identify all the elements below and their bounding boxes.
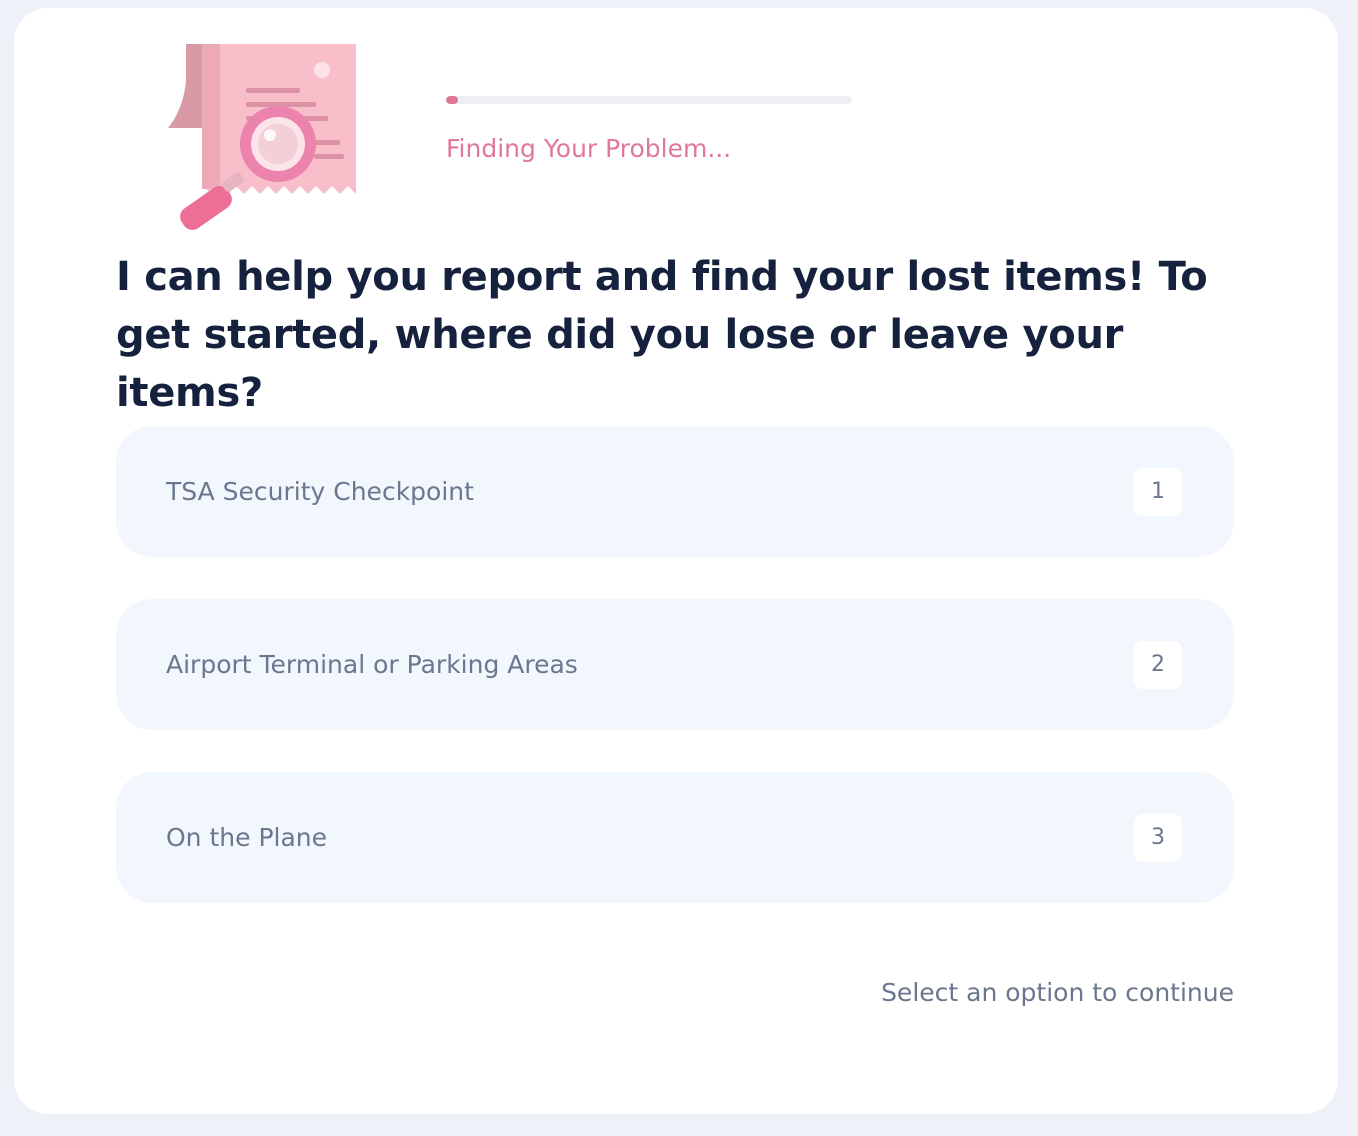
option-tsa-security-checkpoint[interactable]: TSA Security Checkpoint 1 [116,426,1234,557]
receipt-magnifier-icon [164,36,374,241]
option-key-badge: 2 [1134,641,1182,689]
progress-status: Finding Your Problem... [446,134,732,163]
question-card: Finding Your Problem... I can help you r… [14,8,1338,1114]
option-label: On the Plane [166,823,328,852]
option-label: Airport Terminal or Parking Areas [166,650,578,679]
question-heading: I can help you report and find your lost… [116,254,1208,416]
option-key-badge: 1 [1134,468,1182,516]
option-on-the-plane[interactable]: On the Plane 3 [116,772,1234,903]
progress-fill [446,96,459,104]
continue-hint: Select an option to continue [881,978,1234,1007]
progress-bar [446,96,852,104]
option-label: TSA Security Checkpoint [166,477,474,506]
options-list: TSA Security Checkpoint 1 Airport Termin… [116,426,1234,945]
option-airport-terminal-or-parking[interactable]: Airport Terminal or Parking Areas 2 [116,599,1234,730]
option-key-badge: 3 [1134,814,1182,862]
